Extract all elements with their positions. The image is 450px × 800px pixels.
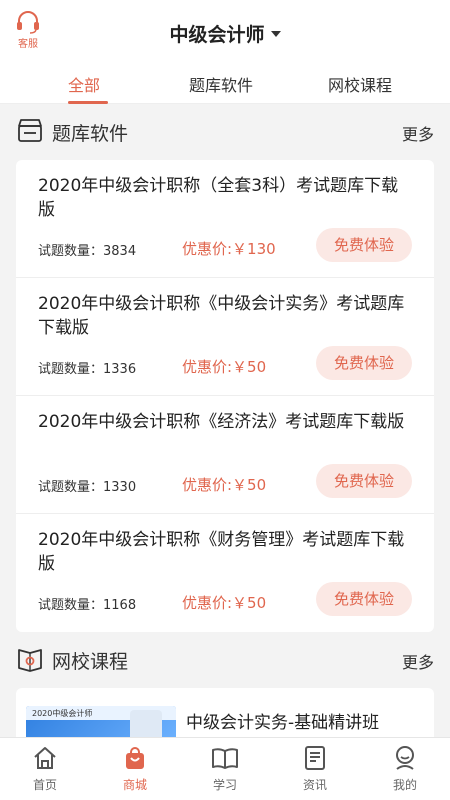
question-bank-list: 2020年中级会计职称（全套3科）考试题库下载版 试题数量：3834 优惠价:￥… [16, 160, 434, 632]
tab-question-bank[interactable]: 题库软件 [189, 72, 253, 96]
item-price: 优惠价:￥130 [182, 240, 276, 258]
section-title: 网校课程 [52, 651, 129, 673]
news-icon [305, 746, 325, 770]
item-count: 试题数量：1330 [38, 480, 137, 495]
free-trial-button[interactable]: 免费体验 [316, 346, 412, 380]
nav-news[interactable]: 资讯 [280, 744, 350, 793]
nav-label: 学习 [212, 778, 237, 792]
title-selector[interactable]: 中级会计师 [0, 20, 450, 47]
item-price: 优惠价:￥50 [182, 476, 267, 494]
tab-all[interactable]: 全部 [68, 72, 100, 96]
nav-label: 首页 [32, 778, 57, 792]
page-title: 中级会计师 [169, 24, 265, 46]
item-title: 2020年中级会计职称《财务管理》考试题库下载版 [38, 530, 405, 574]
item-price: 优惠价:￥50 [182, 358, 267, 376]
caret-down-icon [270, 30, 281, 37]
store-icon [18, 119, 42, 142]
item-count: 试题数量：1168 [38, 598, 137, 613]
item-title: 2020年中级会计职称（全套3科）考试题库下载版 [38, 176, 399, 220]
app-header: 客服 中级会计师 [0, 0, 450, 62]
nav-study[interactable]: 学习 [190, 744, 260, 793]
home-icon [34, 747, 56, 769]
nav-profile[interactable]: 我的 [370, 744, 440, 793]
course-book-icon [18, 649, 42, 672]
item-price: 优惠价:￥50 [182, 594, 267, 612]
section-title: 题库软件 [52, 123, 129, 145]
list-item[interactable]: 2020年中级会计职称《中级会计实务》考试题库下载版 试题数量：1336 优惠价… [16, 278, 434, 396]
nav-mall[interactable]: 商城 [100, 744, 170, 793]
section-header-question-bank: 题库软件 更多 [0, 104, 450, 160]
nav-home[interactable]: 首页 [10, 744, 80, 793]
nav-label: 我的 [392, 778, 417, 792]
shopping-bag-icon [126, 747, 144, 769]
free-trial-button[interactable]: 免费体验 [316, 228, 412, 262]
list-item[interactable]: 2020年中级会计职称《经济法》考试题库下载版 试题数量：1330 优惠价:￥5… [16, 396, 434, 514]
tab-online-courses[interactable]: 网校课程 [328, 72, 392, 96]
free-trial-button[interactable]: 免费体验 [316, 582, 412, 616]
bottom-nav: 首页 商城 学习 资讯 我的 [0, 737, 450, 800]
item-title: 2020年中级会计职称《经济法》考试题库下载版 [38, 412, 405, 432]
item-title: 2020年中级会计职称《中级会计实务》考试题库下载版 [38, 294, 405, 338]
free-trial-button[interactable]: 免费体验 [316, 464, 412, 498]
list-item[interactable]: 2020年中级会计职称（全套3科）考试题库下载版 试题数量：3834 优惠价:￥… [16, 160, 434, 278]
section-header-courses: 网校课程 更多 [0, 632, 450, 688]
course-title: 中级会计实务-基础精讲班 [186, 713, 380, 733]
item-count: 试题数量：1336 [38, 362, 137, 377]
book-icon [212, 748, 238, 769]
more-link-question-bank[interactable]: 更多 [402, 121, 434, 145]
more-link-courses[interactable]: 更多 [402, 649, 434, 673]
profile-icon [396, 746, 414, 770]
nav-label: 商城 [122, 778, 147, 792]
nav-label: 资讯 [302, 778, 327, 792]
tab-bar: 全部 题库软件 网校课程 [0, 62, 450, 104]
thumbnail-caption: 2020中级会计师 [32, 709, 93, 718]
list-item[interactable]: 2020年中级会计职称《财务管理》考试题库下载版 试题数量：1168 优惠价:￥… [16, 514, 434, 632]
item-count: 试题数量：3834 [38, 244, 137, 259]
